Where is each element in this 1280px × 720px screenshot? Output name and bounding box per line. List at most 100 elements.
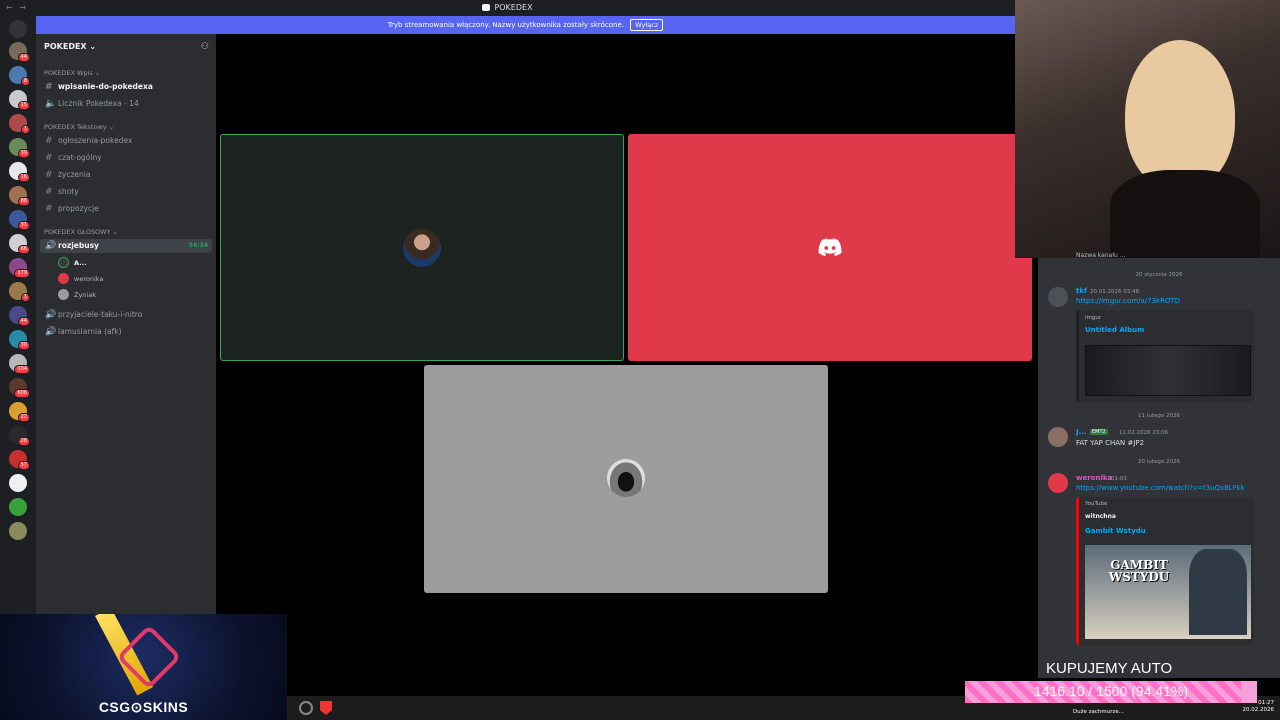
message-timestamp: 01:03 — [1111, 476, 1127, 482]
server-icon[interactable]: 30 — [9, 330, 30, 350]
message-author[interactable]: J... — [1076, 428, 1087, 436]
server-icon[interactable]: 104 — [9, 354, 30, 374]
disable-streamer-mode-button[interactable]: Wyłącz — [630, 19, 664, 31]
server-icon[interactable]: 57 — [9, 450, 30, 470]
avatar — [58, 289, 69, 300]
discord-logo-icon — [482, 4, 491, 11]
category-wpis[interactable]: POKEDEX Wpis ⌄ — [44, 69, 100, 77]
server-icon[interactable]: 28 — [9, 426, 30, 446]
message-author[interactable]: weronika — [1076, 474, 1112, 482]
voice-user-name: weronika — [74, 275, 104, 283]
thumbnail-text: GAMBIT WSTYDU — [1108, 558, 1170, 584]
channel-label: shoty — [58, 187, 79, 196]
mention-badge: 15 — [17, 101, 30, 110]
mention-badge: 44 — [17, 317, 30, 326]
video-tile-speaking[interactable] — [220, 134, 624, 361]
server-name-dropdown[interactable]: POKEDEX ⌄ — [44, 42, 96, 51]
server-rail: 44 8 15 1 39 16 88 31 66 179 1 44 30 104 606 22 28 57 — [0, 16, 36, 616]
channel-wpisanie-do-pokedexa[interactable]: # wpisanie-do-pokedexa — [40, 80, 212, 94]
goal-title: KUPUJEMY AUTO — [1046, 660, 1173, 677]
channel-label: propozycje — [58, 204, 99, 213]
video-thumbnail[interactable]: GAMBIT WSTYDU — [1085, 545, 1251, 639]
server-icon[interactable]: 1 — [9, 114, 30, 134]
voice-user[interactable]: A... — [58, 257, 87, 269]
hash-icon: # — [45, 204, 53, 214]
server-icon[interactable]: 44 — [9, 42, 30, 62]
video-tile-zyniak[interactable] — [424, 365, 828, 593]
mention-badge: 39 — [17, 149, 30, 158]
streaming-banner: Tryb streamowania włączony. Nazwy użytko… — [36, 16, 1015, 34]
server-icon[interactable]: 606 — [9, 378, 30, 398]
server-icon[interactable] — [9, 474, 27, 492]
clock-date: 20.02.2026 — [1242, 707, 1275, 713]
window-title: POKEDEX — [0, 3, 1015, 12]
server-icon[interactable]: 66 — [9, 234, 30, 254]
channel-shoty[interactable]: # shoty — [40, 185, 212, 199]
server-icon[interactable]: 1 — [9, 282, 30, 302]
video-tile-weronika[interactable] — [628, 134, 1032, 361]
message-timestamp: 11.02.2026 23:06 — [1119, 430, 1169, 436]
message-author[interactable]: tkf — [1076, 287, 1087, 295]
avatar — [1048, 287, 1068, 307]
brave-browser-icon[interactable] — [320, 701, 332, 715]
channel-label: wpisanie-do-pokedexa — [58, 82, 153, 91]
server-icon[interactable]: 16 — [9, 162, 30, 182]
window-title-text: POKEDEX — [494, 3, 533, 12]
server-icon[interactable]: 22 — [9, 402, 30, 422]
invite-people-icon[interactable]: ⚇ — [201, 42, 209, 52]
speaker-icon: 🔊 — [45, 310, 57, 320]
mention-badge: 57 — [17, 461, 30, 470]
server-name: POKEDEX — [44, 42, 87, 51]
embed-title[interactable]: Gambit Wstydu — [1085, 527, 1146, 535]
category-tekstowy[interactable]: POKEDEX Tekstowy ⌄ — [44, 123, 114, 131]
thumbnail-person — [1189, 549, 1247, 635]
message-link[interactable]: https://imgur.com/a/73kROTD — [1076, 297, 1180, 305]
channel-czat-ogolny[interactable]: # czat-ogólny — [40, 151, 212, 165]
server-icon[interactable] — [9, 498, 27, 516]
streaming-banner-text: Tryb streamowania włączony. Nazwy użytko… — [387, 21, 624, 29]
avatar — [403, 229, 441, 267]
channel-zyczenia[interactable]: # życzenia — [40, 168, 212, 182]
partial-message: Nazwa kanału ... — [1076, 252, 1126, 259]
channel-label: lamusiarnia (afk) — [58, 327, 122, 336]
embed-title[interactable]: Untitled Album — [1085, 326, 1144, 334]
channel-ogloszenia-pokedex[interactable]: # ogłoszenia-pokedex — [40, 134, 212, 148]
voice-user[interactable]: Żyniak — [58, 289, 96, 301]
obs-icon[interactable] — [299, 701, 313, 715]
embed-provider: YouTube — [1085, 501, 1108, 507]
channel-propozycje[interactable]: # propozycje — [40, 202, 212, 216]
server-icon[interactable]: 15 — [9, 90, 30, 110]
mention-badge: 16 — [17, 173, 30, 182]
channel-label: życzenia — [58, 170, 91, 179]
server-icon[interactable]: 8 — [9, 66, 30, 86]
mention-badge: 179 — [14, 269, 30, 278]
voice-channel-rozjebusy[interactable]: 🔊 rozjebusy 56:34 — [40, 239, 212, 253]
discord-home-icon[interactable] — [9, 20, 27, 38]
chevron-down-icon: ⌄ — [89, 42, 97, 51]
server-icon[interactable]: 179 — [9, 258, 30, 278]
message-link[interactable]: https://www.youtube.com/watch?v=t3uQx8LF… — [1076, 484, 1245, 492]
server-icon[interactable]: 88 — [9, 186, 30, 206]
server-icon[interactable] — [9, 522, 27, 540]
category-label: POKEDEX Wpis — [44, 69, 93, 77]
avatar — [1048, 427, 1068, 447]
voice-channel-przyjaciele[interactable]: 🔊 przyjaciele-taku-i-nitro — [40, 308, 212, 322]
hash-icon: # — [45, 82, 53, 92]
youtube-embed: YouTube witnchna Gambit Wstydu GAMBIT WS… — [1076, 497, 1254, 645]
discord-logo-icon — [818, 238, 842, 256]
embed-image[interactable] — [1085, 345, 1251, 396]
clock-time: 01:27 — [1258, 700, 1274, 706]
voice-user[interactable]: weronika — [58, 273, 103, 285]
channel-licznik-pokedexa[interactable]: 🔈 Licznik Pokedexa - 14 — [40, 97, 212, 111]
mention-badge: 66 — [17, 245, 30, 254]
weather-status: Duże zachmurze... — [1072, 709, 1124, 715]
mention-badge: 1 — [20, 125, 30, 134]
server-icon[interactable]: 44 — [9, 306, 30, 326]
mention-badge: 104 — [14, 365, 30, 374]
hexagon-graphic — [116, 624, 182, 690]
server-icon[interactable]: 31 — [9, 210, 30, 230]
embed-author[interactable]: witnchna — [1085, 513, 1116, 520]
category-glosowy[interactable]: POKEDEX GŁOSOWY ⌄ — [44, 228, 118, 236]
voice-channel-lamusiarnia[interactable]: 🔊 lamusiarnia (afk) — [40, 325, 212, 339]
server-icon[interactable]: 39 — [9, 138, 30, 158]
